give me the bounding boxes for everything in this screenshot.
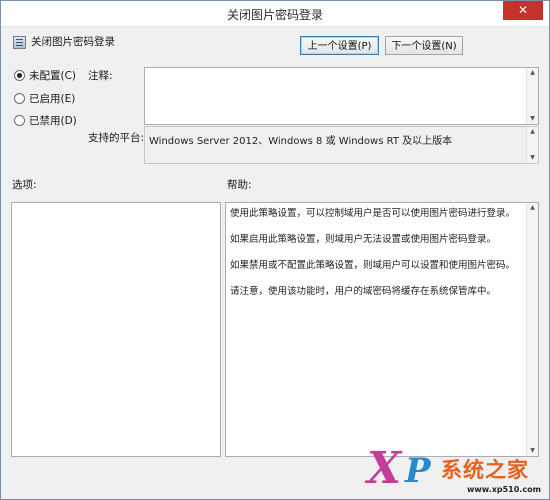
radio-not-configured[interactable]: 未配置(C)	[14, 68, 76, 82]
title-bar: 关闭图片密码登录 ✕	[1, 1, 549, 27]
help-paragraph: 如果启用此策略设置，则域用户无法设置或使用图片密码登录。	[230, 234, 497, 245]
radio-disabled[interactable]: 已禁用(D)	[14, 113, 77, 127]
help-paragraph: 使用此策略设置，可以控制域用户是否可以使用图片密码进行登录。	[230, 208, 516, 219]
help-scrollbar[interactable]: ▲ ▼	[526, 203, 538, 456]
help-pane: 使用此策略设置，可以控制域用户是否可以使用图片密码进行登录。 如果启用此策略设置…	[225, 202, 539, 457]
comment-label: 注释:	[88, 70, 113, 82]
policy-name: 关闭图片密码登录	[31, 36, 115, 48]
radio-enabled[interactable]: 已启用(E)	[14, 91, 75, 105]
scroll-down-arrow-icon[interactable]: ▼	[527, 153, 538, 163]
comment-textarea[interactable]: ▲ ▼	[144, 67, 539, 125]
radio-label: 已禁用(D)	[29, 114, 77, 127]
radio-button-checked[interactable]	[14, 69, 25, 81]
radio-button[interactable]	[14, 114, 25, 126]
scroll-down-arrow-icon[interactable]: ▼	[527, 114, 538, 124]
supported-platforms-field: Windows Server 2012、Windows 8 或 Windows …	[144, 126, 539, 164]
scroll-up-arrow-icon[interactable]: ▲	[527, 203, 538, 213]
radio-label: 未配置(C)	[29, 69, 77, 82]
options-pane	[11, 202, 221, 457]
radio-label: 已启用(E)	[29, 92, 76, 105]
policy-dialog-window: 关闭图片密码登录 ✕ 关闭图片密码登录 上一个设置(P) 下一个设置(N) 未配…	[0, 0, 550, 500]
help-text: 使用此策略设置，可以控制域用户是否可以使用图片密码进行登录。 如果启用此策略设置…	[230, 207, 534, 311]
site-watermark-logo: X P 系统之家 www.xp510.com	[361, 443, 549, 499]
platforms-scrollbar[interactable]: ▲ ▼	[526, 127, 538, 163]
supported-platforms-value: Windows Server 2012、Windows 8 或 Windows …	[149, 136, 453, 147]
watermark-p-letter: P	[405, 451, 431, 491]
comment-scrollbar[interactable]: ▲ ▼	[526, 68, 538, 124]
radio-button[interactable]	[14, 92, 25, 104]
watermark-x-letter: X	[367, 443, 402, 494]
policy-setting-icon	[13, 36, 26, 49]
watermark-url: www.xp510.com	[467, 485, 541, 494]
previous-setting-button[interactable]: 上一个设置(P)	[300, 36, 379, 55]
window-title: 关闭图片密码登录	[226, 8, 323, 22]
options-label: 选项:	[12, 179, 37, 191]
scroll-up-arrow-icon[interactable]: ▲	[527, 127, 538, 137]
watermark-brand: 系统之家	[441, 458, 529, 482]
help-paragraph: 如果禁用或不配置此策略设置，则域用户可以设置和使用图片密码。	[230, 260, 516, 271]
help-label: 帮助:	[227, 179, 252, 191]
supported-platforms-label: 支持的平台:	[88, 132, 145, 144]
scroll-up-arrow-icon[interactable]: ▲	[527, 68, 538, 78]
next-setting-button[interactable]: 下一个设置(N)	[385, 36, 463, 55]
help-paragraph: 请注意，使用该功能时，用户的域密码将缓存在系统保管库中。	[230, 286, 497, 297]
close-button[interactable]: ✕	[503, 1, 543, 20]
